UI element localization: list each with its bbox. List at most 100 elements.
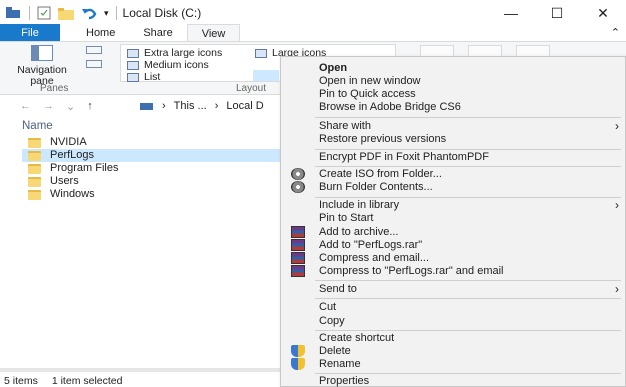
tab-file[interactable]: File <box>0 24 60 42</box>
list-item-label: Users <box>50 175 79 187</box>
list-item[interactable]: NVIDIA <box>22 136 280 149</box>
menu-item-share-with[interactable]: Share with <box>319 120 371 133</box>
breadcrumb-local-disk[interactable]: Local D <box>226 100 263 112</box>
list-item-label: Windows <box>50 188 95 200</box>
menu-item-send-to[interactable]: Send to <box>319 283 357 296</box>
menu-item-burn-folder[interactable]: Burn Folder Contents... <box>319 181 433 194</box>
recent-chevron-icon[interactable]: ⌄ <box>66 100 75 113</box>
list-item-label: PerfLogs <box>50 149 95 161</box>
menu-divider <box>315 280 621 281</box>
folder-icon <box>28 163 41 174</box>
menu-item-encrypt-pdf[interactable]: Encrypt PDF in Foxit PhantomPDF <box>319 151 489 164</box>
menu-item-compress-email[interactable]: Compress and email... <box>319 252 429 265</box>
large-icons-icon <box>255 48 267 58</box>
list-icon <box>127 72 139 82</box>
ribbon-tabs: File Home Share View ⌃ <box>0 24 626 42</box>
ribbon-right-icons: ⌃ <box>611 26 620 39</box>
menu-item-restore-versions[interactable]: Restore previous versions <box>319 133 446 146</box>
menu-divider <box>315 197 621 198</box>
title-bar: ▾ Local Disk (C:) — ☐ ✕ <box>0 0 626 26</box>
menu-item-delete[interactable]: Delete <box>319 345 351 358</box>
menu-item-create-iso[interactable]: Create ISO from Folder... <box>319 168 442 181</box>
menu-item-pin-start[interactable]: Pin to Start <box>319 212 373 225</box>
winrar-icon <box>291 226 305 238</box>
layout-list[interactable]: List <box>127 71 160 83</box>
burn-disc-icon <box>291 181 305 193</box>
explorer-icon <box>6 7 20 18</box>
menu-item-open[interactable]: Open <box>319 62 347 75</box>
column-header-name[interactable]: Name <box>22 120 53 132</box>
layout-group-label: Layout <box>236 83 267 94</box>
item-count: 5 items <box>4 375 38 387</box>
panes-group-label: Panes <box>40 83 69 94</box>
preview-pane-icons[interactable] <box>86 46 102 76</box>
medium-icons-icon <box>127 60 139 70</box>
layout-item-label: List <box>144 71 161 83</box>
maximize-button[interactable]: ☐ <box>534 0 580 26</box>
layout-item-label: Extra large icons <box>144 47 223 59</box>
menu-item-add-archive[interactable]: Add to archive... <box>319 226 399 239</box>
menu-item-browse-bridge[interactable]: Browse in Adobe Bridge CS6 <box>319 101 461 114</box>
chevron-up-icon[interactable]: ⌃ <box>611 26 620 39</box>
window-title: Local Disk (C:) <box>122 6 202 20</box>
submenu-arrow-icon: › <box>615 119 619 133</box>
undo-icon[interactable] <box>81 6 97 20</box>
list-item[interactable]: PerfLogs <box>22 149 280 162</box>
breadcrumb[interactable]: › This ... › Local D <box>140 100 264 112</box>
list-item[interactable]: Program Files <box>22 162 280 175</box>
customize-toolbar-icon[interactable]: ▾ <box>104 8 109 19</box>
breadcrumb-this-pc[interactable]: This ... <box>174 100 207 112</box>
list-item[interactable]: Users <box>22 175 280 188</box>
file-list: NVIDIA PerfLogs Program Files Users Wind… <box>22 136 280 201</box>
context-menu: Open Open in new window Pin to Quick acc… <box>280 56 626 387</box>
up-arrow-icon[interactable]: ↑ <box>87 100 93 113</box>
list-item-label: Program Files <box>50 162 119 174</box>
layout-medium-icons[interactable]: Medium icons <box>127 59 209 71</box>
folder-icon <box>28 176 41 187</box>
folder-icon <box>28 137 41 148</box>
tab-share[interactable]: Share <box>129 24 186 42</box>
menu-divider <box>315 330 621 331</box>
properties-icon[interactable] <box>37 6 51 20</box>
menu-item-include-library[interactable]: Include in library <box>319 199 399 212</box>
list-item-label: NVIDIA <box>50 136 87 148</box>
menu-item-rename[interactable]: Rename <box>319 358 361 371</box>
navigation-pane-button[interactable]: Navigation pane <box>12 45 72 87</box>
minimize-button[interactable]: — <box>488 0 534 26</box>
submenu-arrow-icon: › <box>615 282 619 296</box>
menu-item-properties[interactable]: Properties <box>319 375 369 387</box>
submenu-arrow-icon: › <box>615 198 619 212</box>
menu-item-create-shortcut[interactable]: Create shortcut <box>319 332 394 345</box>
menu-item-add-rar[interactable]: Add to "PerfLogs.rar" <box>319 239 422 252</box>
back-arrow-icon[interactable]: ← <box>20 100 31 113</box>
divider <box>115 6 117 20</box>
iso-disc-icon <box>291 168 305 180</box>
shield-icon <box>291 345 305 357</box>
breadcrumb-separator: › <box>162 100 166 112</box>
quick-access-toolbar: ▾ <box>0 0 117 26</box>
menu-item-cut[interactable]: Cut <box>319 301 336 314</box>
shield-icon <box>291 358 305 370</box>
layout-extra-large-icons[interactable]: Extra large icons <box>127 47 222 59</box>
menu-item-pin-quick-access[interactable]: Pin to Quick access <box>319 88 416 101</box>
menu-item-compress-rar-email[interactable]: Compress to "PerfLogs.rar" and email <box>319 265 504 278</box>
list-item[interactable]: Windows <box>22 188 280 201</box>
horizontal-scrollbar[interactable] <box>0 368 280 372</box>
divider <box>29 6 30 20</box>
menu-item-copy[interactable]: Copy <box>319 315 345 328</box>
breadcrumb-separator: › <box>214 100 219 112</box>
menu-item-open-new-window[interactable]: Open in new window <box>319 75 421 88</box>
forward-arrow-icon[interactable]: → <box>43 100 54 113</box>
new-folder-icon[interactable] <box>58 7 74 20</box>
layout-item-label: Medium icons <box>144 59 209 71</box>
menu-divider <box>315 373 621 374</box>
nav-buttons: ← → ⌄ ↑ <box>0 100 140 113</box>
menu-divider <box>315 298 621 299</box>
menu-divider <box>315 166 621 167</box>
close-button[interactable]: ✕ <box>580 0 626 26</box>
winrar-icon <box>291 252 305 264</box>
layout-details[interactable] <box>253 70 279 81</box>
tab-home[interactable]: Home <box>60 24 129 42</box>
tab-view[interactable]: View <box>186 24 241 42</box>
menu-divider <box>315 117 621 118</box>
